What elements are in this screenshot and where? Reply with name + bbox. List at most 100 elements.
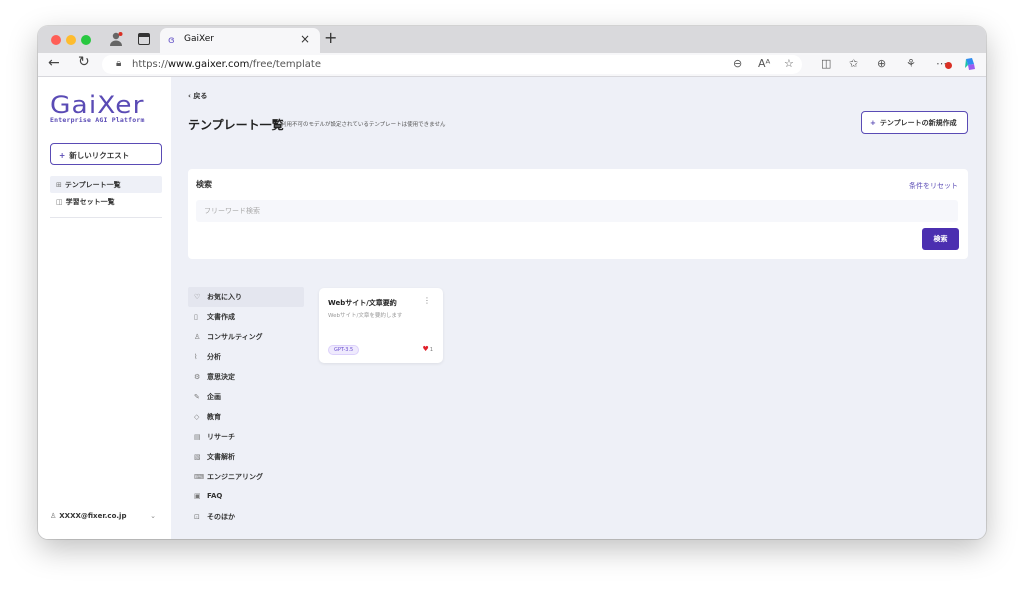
template-icon: ⊞ — [56, 181, 62, 189]
lock-icon[interactable]: 🔒︎ — [116, 58, 121, 69]
category-label: 分析 — [207, 353, 221, 361]
category-label: FAQ — [207, 492, 223, 500]
url-text: https://www.gaixer.com/free/template — [132, 59, 322, 70]
model-badge: GPT-3.5 — [328, 345, 360, 355]
user-icon: ♙ — [50, 512, 57, 520]
kebab-menu-icon[interactable]: ⋮ — [423, 296, 431, 305]
category-engineering[interactable]: ⌨ エンジニアリング — [188, 467, 304, 487]
category-document-analysis[interactable]: ▧ 文書解析 — [188, 447, 304, 467]
category-other[interactable]: ⊡ そのほか — [188, 507, 304, 527]
book-icon: ◫ — [56, 198, 63, 206]
back-label: 戻る — [193, 92, 208, 100]
page-title: テンプレート一覧 — [188, 118, 284, 132]
sidebar-item-learning-sets[interactable]: ◫ 学習セット一覧 — [50, 193, 162, 210]
app-content: GaiXer Enterprise AGI Platform + 新しいリクエスト… — [38, 77, 986, 539]
profile-icon[interactable] — [108, 31, 124, 47]
category-favorites[interactable]: ♡ お気に入り — [188, 287, 304, 307]
category-label: 企画 — [207, 393, 221, 401]
zoom-icon[interactable]: ⊖ — [733, 57, 742, 70]
search-input[interactable] — [196, 200, 958, 222]
new-template-button[interactable]: + テンプレートの新規作成 — [861, 111, 968, 134]
back-link[interactable]: ‹ 戻る — [188, 91, 207, 101]
favicon-icon: ɞ — [168, 35, 175, 46]
copilot-icon[interactable] — [963, 57, 977, 71]
browser-tab[interactable]: ɞ GaiXer × — [160, 28, 320, 53]
category-decision-making[interactable]: ⚙ 意思決定 — [188, 367, 304, 387]
sidebar: GaiXer Enterprise AGI Platform + 新しいリクエスト… — [38, 77, 171, 539]
like-count: 1 — [429, 347, 433, 353]
category-label: お気に入り — [207, 293, 242, 301]
reset-conditions-link[interactable]: 条件をリセット — [909, 181, 958, 191]
document-icon: ▯ — [194, 313, 198, 321]
template-description: Webサイト/文章を要約します — [328, 313, 403, 319]
new-request-button[interactable]: + 新しいリクエスト — [50, 143, 162, 165]
more-icon[interactable]: ⋯ — [936, 57, 952, 70]
address-bar[interactable]: 🔒︎ https://www.gaixer.com/free/template — [102, 55, 802, 74]
faq-icon: ▣ — [194, 492, 201, 500]
category-label: コンサルティング — [207, 333, 263, 341]
decision-icon: ⚙ — [194, 373, 201, 381]
new-request-label: 新しいリクエスト — [69, 151, 130, 160]
extensions-icon[interactable]: ⚘ — [906, 57, 916, 70]
heart-filled-icon: ♥ — [422, 345, 429, 353]
user-email: XXXX@fixer.co.jp — [59, 512, 127, 520]
like-button[interactable]: ♥1 — [423, 345, 433, 353]
category-label: 文書解析 — [207, 453, 235, 461]
address-bar-row: ← ↻ 🔒︎ https://www.gaixer.com/free/templ… — [38, 53, 986, 77]
browser-window: ɞ GaiXer × + ← ↻ 🔒︎ https://www.gaixer.c… — [38, 26, 986, 539]
search-panel: 検索 条件をリセット 検索 — [188, 169, 968, 259]
back-arrow-icon[interactable]: ← — [48, 55, 60, 71]
search-title: 検索 — [196, 180, 212, 189]
new-tab-button[interactable]: + — [324, 28, 337, 47]
tab-strip: ɞ GaiXer × + — [38, 26, 986, 53]
user-menu[interactable]: ♙ XXXX@fixer.co.jp ⌄ — [50, 512, 162, 526]
category-list: ♡ お気に入り ▯ 文書作成 ♙ コンサルティング ⌇ 分析 ⚙ 意思決定 ✎ 企画 ◇ 教育… — [188, 287, 304, 527]
new-template-label: テンプレートの新規作成 — [879, 119, 957, 127]
person-icon: ♙ — [194, 333, 201, 341]
category-document-creation[interactable]: ▯ 文書作成 — [188, 307, 304, 327]
code-icon: ⌨ — [194, 473, 205, 481]
split-screen-icon[interactable]: ◫ — [821, 57, 831, 70]
close-tab-icon[interactable]: × — [300, 32, 310, 46]
read-aloud-icon[interactable]: Aᴬ — [758, 57, 770, 70]
tab-title: GaiXer — [184, 34, 214, 44]
category-faq[interactable]: ▣ FAQ — [188, 487, 304, 507]
maximize-window-button[interactable] — [81, 35, 91, 45]
graduation-icon: ◇ — [194, 413, 200, 421]
category-education[interactable]: ◇ 教育 — [188, 407, 304, 427]
research-icon: ▤ — [194, 433, 201, 441]
tab-actions-icon[interactable] — [138, 33, 150, 45]
other-icon: ⊡ — [194, 513, 200, 521]
gaixer-logo: GaiXer — [50, 91, 145, 119]
chevron-down-icon: ⌄ — [150, 512, 156, 520]
template-title: Webサイト/文章要約 — [328, 299, 397, 307]
collections-icon[interactable]: ⊕ — [877, 57, 886, 70]
sidebar-item-label: 学習セット一覧 — [65, 198, 115, 206]
category-label: リサーチ — [207, 433, 235, 441]
document-analysis-icon: ▧ — [194, 453, 201, 461]
favorite-star-icon[interactable]: ☆ — [784, 57, 794, 70]
reload-icon[interactable]: ↻ — [78, 54, 90, 70]
category-label: 教育 — [207, 413, 221, 421]
favorites-list-icon[interactable]: ✩ — [849, 57, 858, 70]
search-button[interactable]: 検索 — [922, 228, 959, 250]
minimize-window-button[interactable] — [66, 35, 76, 45]
close-window-button[interactable] — [51, 35, 61, 45]
template-card[interactable]: Webサイト/文章要約 ⋮ Webサイト/文章を要約します GPT-3.5 ♥1 — [319, 288, 443, 363]
category-research[interactable]: ▤ リサーチ — [188, 427, 304, 447]
plus-icon: + — [59, 151, 66, 160]
category-label: そのほか — [207, 513, 235, 521]
heart-icon: ♡ — [194, 293, 201, 301]
category-label: エンジニアリング — [207, 473, 263, 481]
pen-icon: ✎ — [194, 393, 200, 401]
sidebar-item-templates[interactable]: ⊞ テンプレート一覧 — [50, 176, 162, 193]
chart-icon: ⌇ — [194, 353, 198, 361]
category-planning[interactable]: ✎ 企画 — [188, 387, 304, 407]
sidebar-divider — [50, 217, 162, 218]
logo-tagline: Enterprise AGI Platform — [50, 116, 145, 124]
category-analysis[interactable]: ⌇ 分析 — [188, 347, 304, 367]
plus-icon: + — [870, 119, 876, 127]
category-label: 意思決定 — [207, 373, 235, 381]
category-consulting[interactable]: ♙ コンサルティング — [188, 327, 304, 347]
page-note: 利用不可のモデルが設定されているテンプレートは使用できません — [281, 122, 446, 128]
